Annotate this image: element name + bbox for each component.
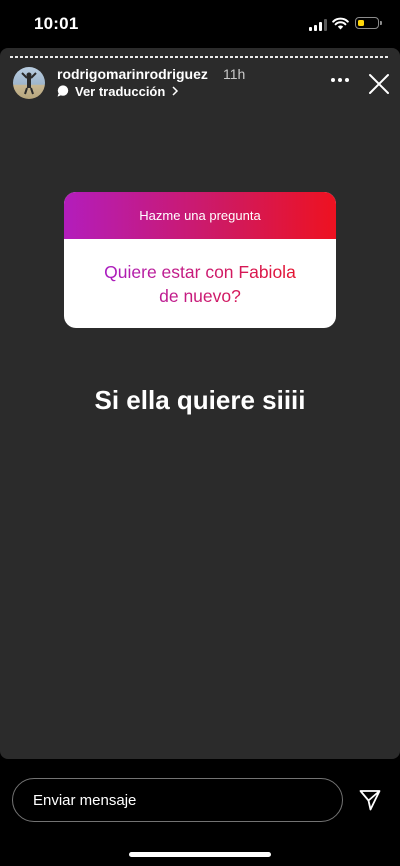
avatar[interactable] <box>13 67 45 99</box>
more-dots-icon[interactable] <box>330 75 350 85</box>
story-time-ago: 11h <box>223 66 246 82</box>
battery-icon <box>355 17 379 29</box>
wifi-icon <box>332 17 349 30</box>
question-sticker[interactable]: Hazme una pregunta Quiere estar con Fabi… <box>64 192 336 328</box>
question-text: Quiere estar con Fabiola de nuevo? <box>100 260 300 308</box>
battery-level <box>357 19 364 26</box>
home-indicator[interactable] <box>129 852 271 857</box>
speech-bubble-icon <box>57 85 69 97</box>
story-card[interactable]: rodrigomarinrodriguez 11h Ver traducción… <box>0 48 400 759</box>
status-bar: 10:01 <box>0 0 400 48</box>
close-icon[interactable] <box>367 72 391 96</box>
paper-plane-icon[interactable] <box>358 788 382 812</box>
story-username[interactable]: rodrigomarinrodriguez <box>57 66 208 82</box>
see-translation-link[interactable]: Ver traducción <box>57 83 179 99</box>
question-sticker-body: Quiere estar con Fabiola de nuevo? <box>64 239 336 328</box>
chevron-right-icon <box>172 86 179 96</box>
status-time: 10:01 <box>34 14 79 33</box>
see-translation-label: Ver traducción <box>75 83 166 99</box>
battery-cap <box>380 21 382 25</box>
question-sticker-header: Hazme una pregunta <box>64 192 336 239</box>
answer-text: Si ella quiere siiii <box>94 385 306 415</box>
cellular-signal-icon <box>309 19 327 31</box>
progress-segment <box>10 56 390 58</box>
story-progress-bar <box>10 56 390 58</box>
send-message-input[interactable] <box>12 778 343 822</box>
